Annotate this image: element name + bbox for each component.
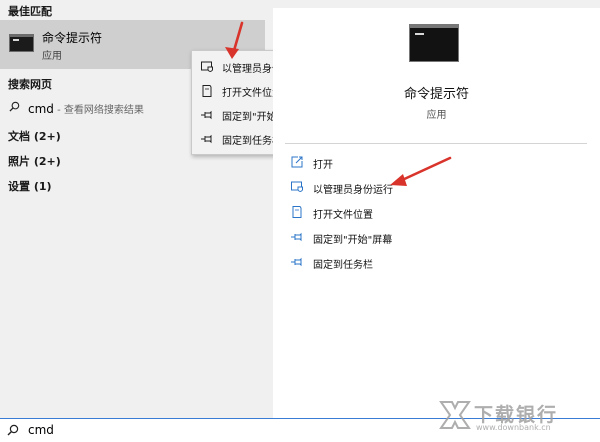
search-icon [9, 101, 20, 112]
watermark-url: www.downbank.cn [476, 423, 551, 432]
command-prompt-large-icon [409, 24, 459, 62]
watermark-logo-icon [439, 401, 471, 429]
web-search-text: cmd - 查看网络搜索结果 [28, 101, 144, 116]
preview-subtitle: 应用 [426, 110, 447, 121]
action-open-label: 打开 [313, 160, 333, 171]
web-search-query: cmd [28, 102, 54, 116]
pin-icon [291, 232, 302, 242]
category-photos[interactable]: 照片 (2+) [8, 153, 61, 169]
open-icon [291, 156, 303, 168]
annotation-arrow-icon [390, 156, 452, 186]
search-icon [7, 424, 19, 436]
action-run-as-admin-label: 以管理员身份运行 [313, 185, 393, 196]
action-open[interactable]: 打开 [285, 152, 485, 174]
action-pin-start[interactable]: 固定到"开始"屏幕 [285, 227, 485, 249]
command-prompt-icon [9, 34, 34, 52]
file-location-icon [292, 206, 302, 218]
category-documents[interactable]: 文档 (2+) [8, 128, 61, 144]
watermark: 下载银行 www.downbank.cn [436, 396, 596, 438]
action-pin-taskbar-label: 固定到任务栏 [313, 260, 373, 271]
action-pin-taskbar[interactable]: 固定到任务栏 [285, 252, 485, 274]
pin-icon [201, 134, 212, 144]
search-input[interactable]: cmd [28, 423, 54, 437]
shield-icon [201, 61, 213, 72]
best-match-heading: 最佳匹配 [8, 5, 52, 18]
action-open-location-label: 打开文件位置 [313, 210, 373, 221]
web-search-heading: 搜索网页 [8, 78, 52, 91]
shield-icon [291, 181, 303, 192]
action-run-as-admin[interactable]: 以管理员身份运行 [285, 177, 485, 199]
best-match-subtitle: 应用 [42, 51, 62, 62]
web-search-suffix: - 查看网络搜索结果 [53, 105, 144, 116]
pin-icon [291, 257, 302, 267]
pin-icon [201, 110, 212, 120]
category-settings[interactable]: 设置 (1) [8, 178, 52, 194]
action-pin-start-label: 固定到"开始"屏幕 [313, 235, 393, 246]
annotation-arrow-icon [225, 21, 244, 59]
file-location-icon [202, 85, 212, 97]
preview-divider [285, 143, 587, 144]
best-match-title: 命令提示符 [42, 31, 103, 45]
action-open-location[interactable]: 打开文件位置 [285, 202, 485, 224]
preview-title: 命令提示符 [403, 87, 469, 102]
